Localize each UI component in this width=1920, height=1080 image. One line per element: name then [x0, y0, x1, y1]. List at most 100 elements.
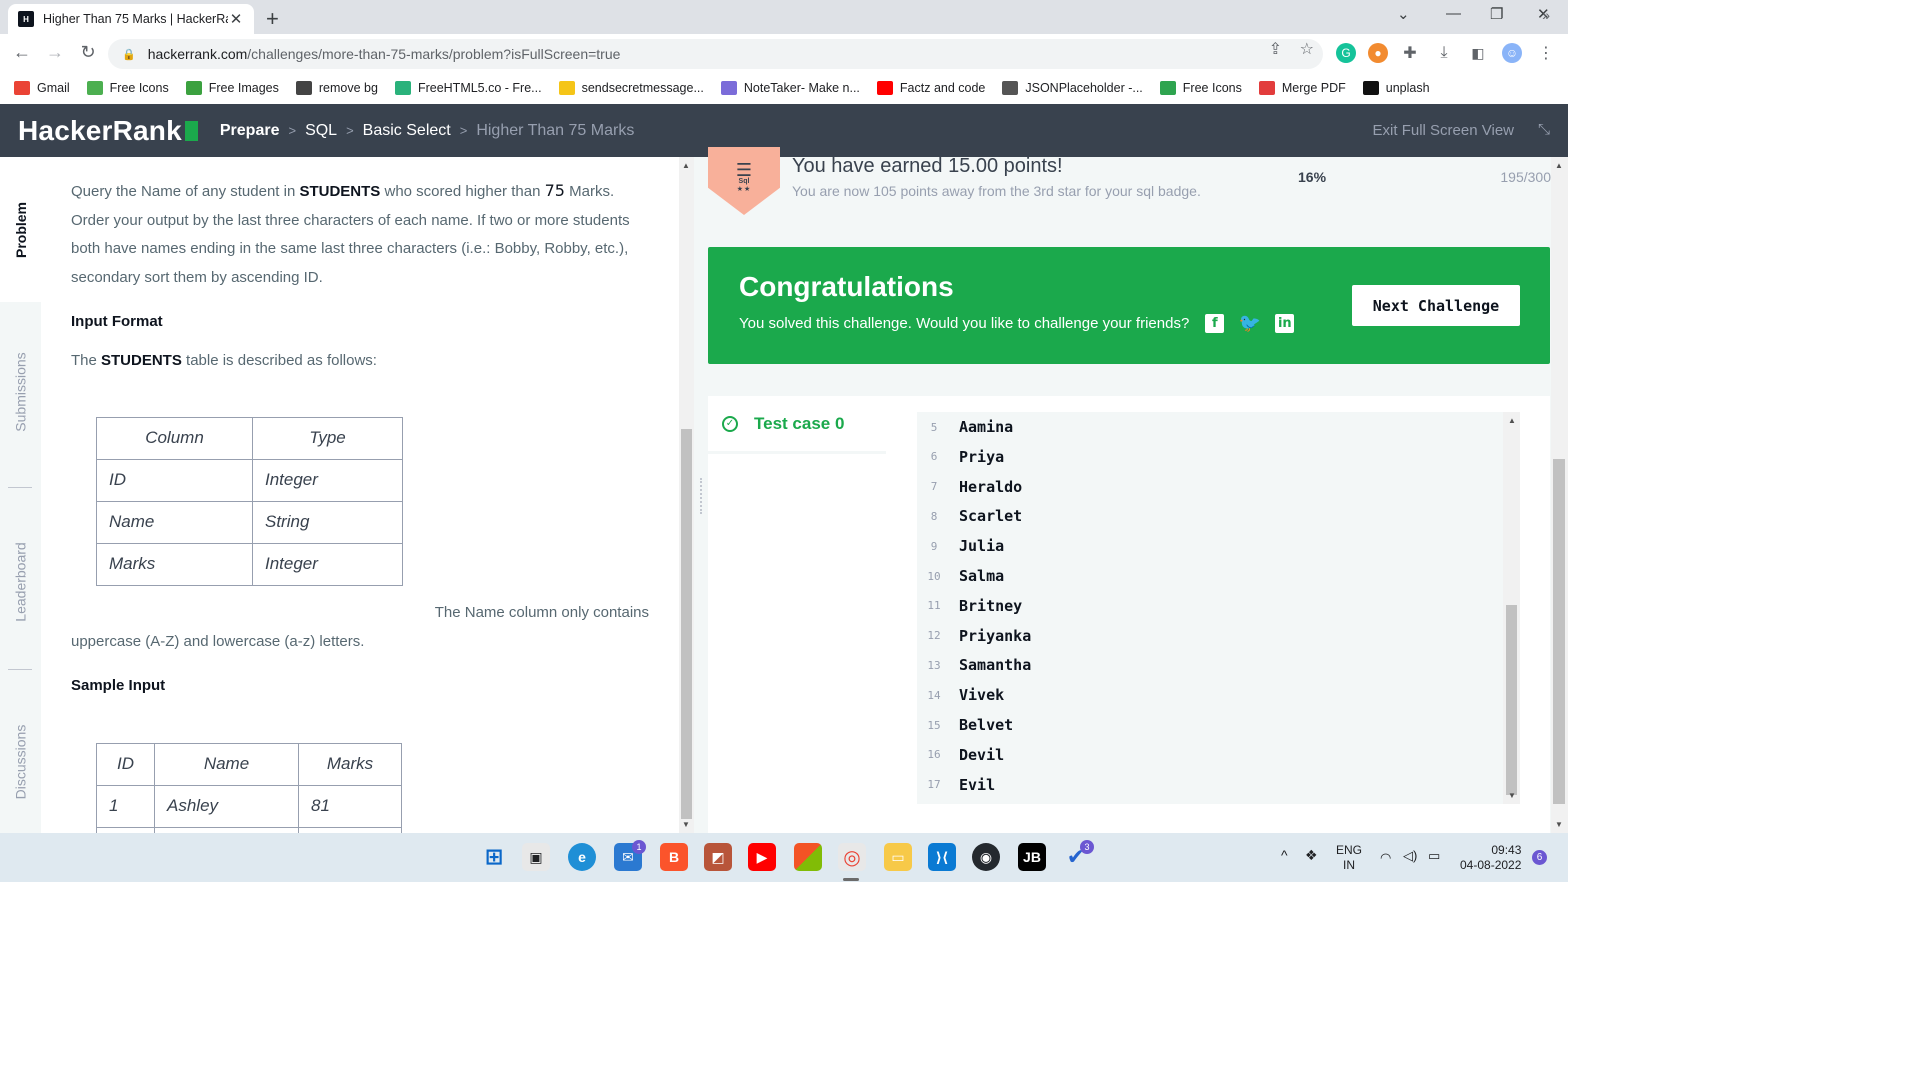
file-explorer-icon[interactable]: ▭: [884, 843, 912, 871]
tray-overflow-icon[interactable]: ^: [1281, 848, 1288, 863]
edge-browser-icon[interactable]: e: [568, 843, 596, 871]
bookmark-item[interactable]: Free Icons: [86, 81, 169, 95]
clock-date: 04-08-2022: [1460, 858, 1522, 872]
forward-icon[interactable]: →: [43, 42, 67, 63]
emoji-icon: [558, 81, 575, 95]
tab-leaderboard[interactable]: Leaderboard: [0, 492, 41, 672]
results-scrollbar[interactable]: ▲ ▼: [1551, 157, 1568, 833]
test-case-tab[interactable]: ✓ Test case 0: [708, 396, 886, 454]
dropbox-icon[interactable]: ❖: [1305, 848, 1318, 863]
output-line: 16 Devil: [917, 740, 1004, 770]
scroll-down-arrow-icon[interactable]: ▼: [1555, 820, 1563, 829]
output-line: 11 Britney: [917, 591, 1022, 621]
output-line: 6 Priya: [917, 442, 1004, 472]
scrollbar-thumb[interactable]: [1506, 605, 1517, 795]
bookmark-item[interactable]: Gmail: [14, 81, 70, 95]
volume-icon[interactable]: ◁): [1403, 848, 1417, 863]
sample-input-heading: Sample Input: [71, 676, 166, 694]
bookmark-label: NoteTaker- Make n...: [743, 81, 860, 95]
hackerrank-logo[interactable]: HackerRank: [18, 115, 198, 147]
bookmark-item[interactable]: NoteTaker- Make n...: [720, 81, 860, 95]
next-challenge-button[interactable]: Next Challenge: [1352, 285, 1520, 326]
schema-cell: Name: [96, 501, 253, 545]
linkedin-icon[interactable]: in: [1275, 314, 1295, 333]
problem-statement: Query the Name of any student in STUDENT…: [41, 157, 679, 833]
notification-count[interactable]: 6: [1532, 850, 1547, 865]
bookmark-item[interactable]: JSONPlaceholder -...: [1002, 81, 1143, 95]
tab-search-icon[interactable]: ⌄: [1397, 5, 1410, 23]
facebook-icon[interactable]: f: [1205, 314, 1225, 333]
browser-menu-icon[interactable]: ⋮: [1536, 43, 1556, 63]
jetbrains-icon[interactable]: JB: [1018, 843, 1046, 871]
badge-stars-icon: ★★: [736, 186, 752, 193]
bookmark-item[interactable]: FreeHTML5.co - Fre...: [394, 81, 542, 95]
output-scrollbar[interactable]: ▲ ▼: [1503, 412, 1520, 804]
scrollbar-thumb[interactable]: [1553, 459, 1565, 804]
minimize-icon[interactable]: —: [1446, 5, 1461, 22]
line-number: 10: [927, 569, 941, 583]
exit-fullscreen-link[interactable]: Exit Full Screen View: [1373, 122, 1514, 139]
back-icon[interactable]: ←: [10, 42, 34, 63]
scroll-down-arrow-icon[interactable]: ▼: [682, 820, 690, 829]
tab-discussions[interactable]: Discussions: [0, 677, 41, 847]
github-icon[interactable]: ◉: [972, 843, 1000, 871]
windows-start-icon[interactable]: ⊞: [480, 843, 508, 871]
bookmark-item[interactable]: Factz and code: [876, 81, 985, 95]
bookmark-item[interactable]: Free Images: [185, 81, 279, 95]
table-name: STUDENTS: [101, 351, 182, 369]
bookmark-item[interactable]: Merge PDF: [1258, 81, 1346, 95]
crumb-current: Higher Than 75 Marks: [476, 121, 635, 139]
extension-icon[interactable]: ●: [1368, 43, 1388, 63]
tab-leaderboard-label: Leaderboard: [12, 542, 29, 622]
crumb-basic-select[interactable]: Basic Select: [363, 122, 451, 140]
microsoft-store-icon[interactable]: [794, 843, 822, 871]
scroll-up-arrow-icon[interactable]: ▲: [682, 161, 690, 170]
tab-submissions[interactable]: Submissions: [0, 302, 41, 482]
task-view-icon[interactable]: ▣: [522, 843, 550, 871]
bookmark-item[interactable]: remove bg: [295, 81, 378, 95]
bookmark-item[interactable]: sendsecretmessage...: [558, 81, 704, 95]
chrome-icon[interactable]: ◎: [838, 843, 866, 871]
problem-scrollbar[interactable]: ▲ ▼: [679, 157, 694, 833]
crumb-sql[interactable]: SQL: [305, 122, 337, 140]
extensions-puzzle-icon[interactable]: ✚: [1400, 43, 1420, 63]
line-number: 5: [930, 420, 938, 434]
tab-close-icon[interactable]: ✕: [228, 10, 244, 28]
side-panel-icon[interactable]: ◧: [1468, 43, 1488, 63]
profile-avatar[interactable]: ☺: [1502, 43, 1522, 63]
scroll-up-arrow-icon[interactable]: ▲: [1555, 161, 1563, 170]
wifi-icon[interactable]: ◠: [1380, 850, 1391, 865]
url-bar[interactable]: 🔒 hackerrank.com/challenges/more-than-75…: [108, 39, 1323, 69]
output-line: 10 Salma: [917, 561, 1004, 591]
scroll-up-arrow-icon[interactable]: ▲: [1508, 416, 1516, 425]
battery-icon[interactable]: ▭: [1428, 848, 1440, 863]
text: table is described as follows:: [181, 351, 377, 369]
vscode-icon[interactable]: ⟩⟨: [928, 843, 956, 871]
scroll-down-arrow-icon[interactable]: ▼: [1508, 791, 1516, 800]
new-tab-icon[interactable]: +: [266, 6, 279, 32]
brave-browser-icon[interactable]: B: [660, 843, 688, 871]
bookmark-star-icon[interactable]: ☆: [1300, 39, 1314, 59]
restore-icon[interactable]: ❐: [1490, 5, 1503, 23]
paint-icon[interactable]: ◩: [704, 843, 732, 871]
download-icon[interactable]: ⤓: [1434, 43, 1454, 63]
progress-points: 195/300: [1500, 169, 1551, 185]
share-icon[interactable]: ⇪: [1269, 39, 1282, 59]
browser-tab[interactable]: H Higher Than 75 Marks | HackerRa ✕: [8, 4, 254, 34]
line-number: 12: [927, 629, 941, 643]
output-line: 8 Scarlet: [917, 501, 1023, 531]
collapse-icon[interactable]: ⤡: [1538, 121, 1550, 138]
clock[interactable]: 09:43 04-08-2022: [1460, 843, 1521, 873]
bookmark-item[interactable]: unplash: [1362, 81, 1430, 95]
crumb-prepare[interactable]: Prepare: [220, 122, 280, 140]
reload-icon[interactable]: ↻: [76, 42, 100, 63]
twitter-icon[interactable]: 🐦: [1239, 313, 1261, 334]
pane-resize-handle[interactable]: [700, 478, 704, 514]
bookmarks-overflow-icon[interactable]: »: [1542, 7, 1550, 23]
scrollbar-thumb[interactable]: [681, 429, 692, 819]
tab-problem[interactable]: Problem: [0, 157, 41, 302]
language-indicator[interactable]: ENG IN: [1336, 843, 1362, 873]
bookmark-item[interactable]: Free Icons: [1159, 81, 1242, 95]
grammarly-extension-icon[interactable]: G: [1336, 43, 1356, 63]
youtube-icon[interactable]: ▶: [748, 843, 776, 871]
